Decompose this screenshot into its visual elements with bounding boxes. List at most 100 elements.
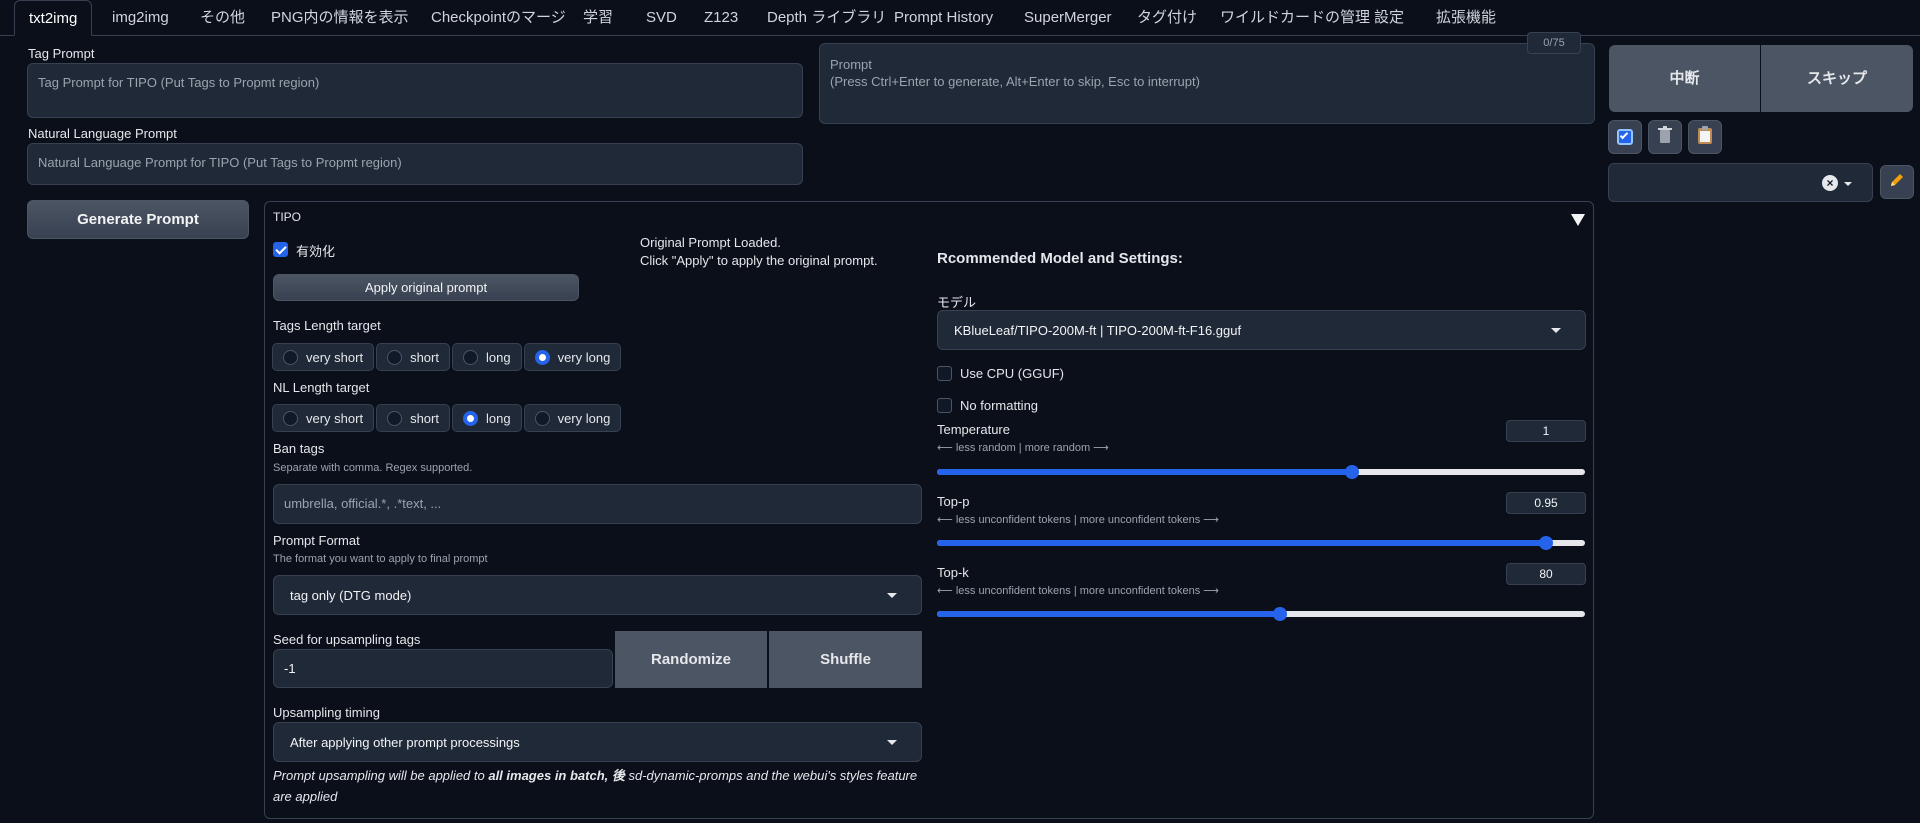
top-p-label: Top-p <box>937 494 970 509</box>
ban-tags-label: Ban tags <box>273 441 325 456</box>
clear-icon[interactable]: × <box>1822 175 1838 191</box>
style-check-button[interactable] <box>1608 120 1642 154</box>
tags-length-very-short[interactable]: very short <box>272 343 375 371</box>
tags-length-very-long[interactable]: very long <box>523 343 622 371</box>
pencil-icon <box>1889 172 1905 193</box>
tab-other[interactable]: その他 <box>200 0 245 36</box>
tags-length-label: Tags Length target <box>273 318 381 333</box>
top-k-description: ⟵ less unconfident tokens | more unconfi… <box>937 585 1220 597</box>
top-k-label: Top-k <box>937 565 969 580</box>
tab-img2img[interactable]: img2img <box>112 0 169 36</box>
clipboard-icon <box>1698 125 1712 149</box>
enable-checkbox[interactable] <box>273 242 288 257</box>
tags-length-short[interactable]: short <box>376 343 450 371</box>
nl-length-long[interactable]: long <box>451 404 522 432</box>
nl-length-radio-group: very short short long very long <box>272 404 622 432</box>
main-prompt-input[interactable]: Prompt (Press Ctrl+Enter to generate, Al… <box>819 43 1595 124</box>
model-select[interactable]: KBlueLeaf/TIPO-200M-ft | TIPO-200M-ft-F1… <box>937 310 1586 350</box>
model-label: モデル <box>937 295 977 310</box>
top-k-slider[interactable] <box>937 607 1585 621</box>
recommended-title: Rcommended Model and Settings: <box>937 250 1183 267</box>
top-p-slider[interactable] <box>937 536 1585 550</box>
top-p-slider-fill <box>937 540 1547 546</box>
clear-prompt-button[interactable] <box>1648 120 1682 154</box>
seed-input[interactable]: -1 <box>273 649 613 688</box>
nl-length-very-long[interactable]: very long <box>523 404 622 432</box>
use-cpu-label: Use CPU (GGUF) <box>960 366 1064 381</box>
tab-checkpoint-merger[interactable]: Checkpointのマージ <box>431 0 566 36</box>
tag-prompt-input[interactable]: Tag Prompt for TIPO (Put Tags to Propmt … <box>27 63 803 118</box>
ban-tags-input[interactable]: umbrella, official.*, .*text, ... <box>273 484 922 524</box>
edit-styles-button[interactable] <box>1880 165 1914 199</box>
timing-label: Upsampling timing <box>273 705 380 720</box>
tag-prompt-label: Tag Prompt <box>28 46 95 61</box>
temperature-slider-handle[interactable] <box>1344 465 1359 479</box>
tab-txt2img[interactable]: txt2img <box>14 0 93 36</box>
prompt-format-label: Prompt Format <box>273 533 360 548</box>
prompt-format-value: tag only (DTG mode) <box>290 587 412 603</box>
timing-select[interactable]: After applying other prompt processings <box>273 722 922 762</box>
chevron-down-icon <box>887 740 897 745</box>
tags-length-radio-group: very short short long very long <box>272 343 622 371</box>
prompt-format-select[interactable]: tag only (DTG mode) <box>273 575 922 615</box>
tab-prompt-history[interactable]: Prompt History <box>894 0 993 36</box>
randomize-button[interactable]: Randomize <box>615 631 767 688</box>
prompt-placeholder-hint: (Press Ctrl+Enter to generate, Alt+Enter… <box>830 74 1200 89</box>
top-k-slider-fill <box>937 611 1281 617</box>
top-p-number[interactable]: 0.95 <box>1506 492 1586 514</box>
no-formatting-label: No formatting <box>960 398 1039 413</box>
temperature-slider-fill <box>937 469 1352 475</box>
loaded-status-line2: Click "Apply" to apply the original prom… <box>640 253 878 268</box>
top-k-number[interactable]: 80 <box>1506 563 1586 585</box>
temperature-description: ⟵ less random | more random ⟶ <box>937 442 1109 454</box>
seed-label: Seed for upsampling tags <box>273 632 421 647</box>
temperature-slider[interactable] <box>937 465 1585 479</box>
nl-prompt-label: Natural Language Prompt <box>28 126 177 141</box>
tags-length-long[interactable]: long <box>451 343 522 371</box>
checkbox-icon <box>1617 129 1633 145</box>
no-formatting-checkbox[interactable] <box>937 398 952 413</box>
timing-value: After applying other prompt processings <box>290 734 520 750</box>
styles-dropdown[interactable]: × <box>1608 163 1873 202</box>
paste-button[interactable] <box>1688 120 1722 154</box>
tab-svd[interactable]: SVD <box>646 0 677 36</box>
token-counter: 0/75 <box>1527 32 1581 54</box>
loaded-status-line1: Original Prompt Loaded. <box>640 235 781 250</box>
skip-button[interactable]: スキップ <box>1761 45 1913 112</box>
chevron-down-icon <box>887 593 897 598</box>
enable-label: 有効化 <box>296 244 336 259</box>
trash-icon <box>1657 125 1673 149</box>
tab-wildcards[interactable]: ワイルドカードの管理 <box>1220 0 1370 36</box>
tab-supermerger[interactable]: SuperMerger <box>1024 0 1112 36</box>
collapse-triangle-icon[interactable] <box>1571 214 1585 226</box>
nl-length-very-short[interactable]: very short <box>272 404 375 432</box>
upsampling-note: Prompt upsampling will be applied to all… <box>273 768 918 804</box>
temperature-number[interactable]: 1 <box>1506 420 1586 442</box>
apply-original-prompt-button[interactable]: Apply original prompt <box>273 274 579 301</box>
nl-length-label: NL Length target <box>273 380 370 395</box>
generate-prompt-button[interactable]: Generate Prompt <box>27 200 249 239</box>
chevron-down-icon <box>1844 182 1852 186</box>
tab-depth-library[interactable]: Depth ライブラリ <box>767 0 886 36</box>
shuffle-button[interactable]: Shuffle <box>769 631 922 688</box>
tab-extensions[interactable]: 拡張機能 <box>1436 0 1496 36</box>
prompt-placeholder-title: Prompt <box>830 57 872 72</box>
nl-length-short[interactable]: short <box>376 404 450 432</box>
model-value: KBlueLeaf/TIPO-200M-ft | TIPO-200M-ft-F1… <box>954 322 1242 338</box>
ban-tags-description: Separate with comma. Regex supported. <box>273 462 473 474</box>
top-p-slider-handle[interactable] <box>1539 536 1554 550</box>
prompt-format-description: The format you want to apply to final pr… <box>273 553 488 565</box>
tab-settings[interactable]: 設定 <box>1374 0 1404 36</box>
tipo-title: TIPO <box>273 210 302 224</box>
tab-png-info[interactable]: PNG内の情報を表示 <box>271 0 409 36</box>
tab-train[interactable]: 学習 <box>583 0 613 36</box>
interrupt-button[interactable]: 中断 <box>1609 45 1760 112</box>
tab-tagging[interactable]: タグ付け <box>1137 0 1197 36</box>
use-cpu-checkbox[interactable] <box>937 366 952 381</box>
top-p-description: ⟵ less unconfident tokens | more unconfi… <box>937 514 1220 526</box>
chevron-down-icon <box>1551 328 1561 333</box>
temperature-label: Temperature <box>937 422 1010 437</box>
tab-bar: txt2img img2img その他 PNG内の情報を表示 Checkpoin… <box>0 0 1920 36</box>
nl-prompt-input[interactable]: Natural Language Prompt for TIPO (Put Ta… <box>27 143 803 185</box>
tab-z123[interactable]: Z123 <box>704 0 738 36</box>
